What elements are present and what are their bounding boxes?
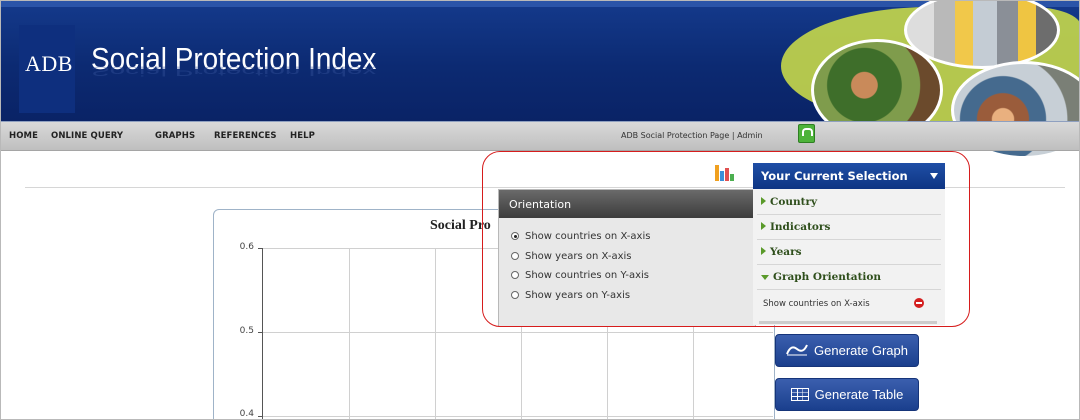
graph-icon xyxy=(786,342,808,359)
lock-icon[interactable] xyxy=(798,124,815,143)
orientation-option-label: Show countries on Y-axis xyxy=(525,269,650,281)
selection-item-indicators[interactable]: Indicators xyxy=(761,221,830,233)
divider xyxy=(757,264,941,265)
y-tick xyxy=(258,248,263,249)
remove-icon[interactable] xyxy=(914,298,924,308)
grid-line xyxy=(263,416,773,417)
orientation-option-countries-y[interactable]: Show countries on Y-axis xyxy=(511,268,649,282)
triangle-right-icon xyxy=(761,197,766,205)
triangle-right-icon xyxy=(761,222,766,230)
generate-table-label: Generate Table xyxy=(814,387,904,402)
y-tick-label: 0.6 xyxy=(239,242,254,252)
orientation-option-label: Show countries on X-axis xyxy=(525,230,651,242)
current-selection-header[interactable]: Your Current Selection xyxy=(753,163,945,189)
orientation-option-countries-x[interactable]: Show countries on X-axis xyxy=(511,229,650,243)
y-tick xyxy=(258,416,263,417)
y-tick-label: 0.5 xyxy=(239,326,254,336)
orientation-option-label: Show years on X-axis xyxy=(525,250,632,262)
selection-item-years[interactable]: Years xyxy=(761,246,802,258)
orientation-option-years-y[interactable]: Show years on Y-axis xyxy=(511,288,630,302)
selection-item-label: Indicators xyxy=(770,221,831,233)
nav-admin-links[interactable]: ADB Social Protection Page | Admin xyxy=(621,131,763,140)
radio-button[interactable] xyxy=(511,252,519,260)
selection-item-label: Years xyxy=(770,246,802,258)
selection-item-label: Graph Orientation xyxy=(773,271,882,283)
radio-button[interactable] xyxy=(511,271,519,279)
y-tick-label: 0.4 xyxy=(239,409,254,419)
nav-bar: HOME ONLINE QUERY GRAPHS REFERENCES HELP… xyxy=(1,121,1079,151)
selection-item-country[interactable]: Country xyxy=(761,196,817,208)
nav-item-online-query[interactable]: ONLINE QUERY xyxy=(51,131,123,141)
generate-graph-label: Generate Graph xyxy=(814,343,908,358)
app-window: ADB Social Protection Index Social Prote… xyxy=(0,0,1080,420)
chevron-down-icon[interactable] xyxy=(930,173,938,179)
table-icon xyxy=(790,388,809,401)
nav-item-home[interactable]: HOME xyxy=(9,131,38,141)
y-tick xyxy=(258,332,263,333)
generate-table-button[interactable]: Generate Table xyxy=(775,378,919,411)
grid-line xyxy=(435,248,436,419)
triangle-down-icon xyxy=(761,275,769,280)
banner: ADB Social Protection Index Social Prote… xyxy=(1,1,1079,159)
orientation-option-label: Show years on Y-axis xyxy=(525,289,631,301)
nav-item-graphs[interactable]: GRAPHS xyxy=(155,131,195,141)
current-selection-title: Your Current Selection xyxy=(761,169,908,183)
site-title-reflection: Social Protection Index xyxy=(91,63,377,79)
grid-line xyxy=(263,332,773,333)
divider xyxy=(757,239,941,240)
radio-button[interactable] xyxy=(511,232,519,240)
adb-logo-text: ADB xyxy=(25,51,73,76)
banner-shine xyxy=(1,1,1079,7)
orientation-panel: Orientation Show countries on X-axis Sho… xyxy=(498,189,756,327)
selected-orientation-value: Show countries on X-axis xyxy=(763,299,870,309)
bar-chart-icon[interactable] xyxy=(715,165,735,181)
selection-item-label: Country xyxy=(770,196,818,208)
nav-item-help[interactable]: HELP xyxy=(290,131,315,141)
orientation-header: Orientation xyxy=(499,190,755,218)
selection-item-graph-orientation[interactable]: Graph Orientation xyxy=(761,271,881,283)
divider xyxy=(757,289,941,290)
nav-item-references[interactable]: REFERENCES xyxy=(214,131,277,141)
chart-title: Social Pro xyxy=(430,218,491,233)
grid-line xyxy=(349,248,350,419)
orientation-option-years-x[interactable]: Show years on X-axis xyxy=(511,249,632,263)
selection-panel-footer xyxy=(759,321,937,324)
radio-button[interactable] xyxy=(511,291,519,299)
triangle-right-icon xyxy=(761,247,766,255)
generate-graph-button[interactable]: Generate Graph xyxy=(775,334,919,367)
orientation-title: Orientation xyxy=(509,198,572,211)
divider xyxy=(757,214,941,215)
